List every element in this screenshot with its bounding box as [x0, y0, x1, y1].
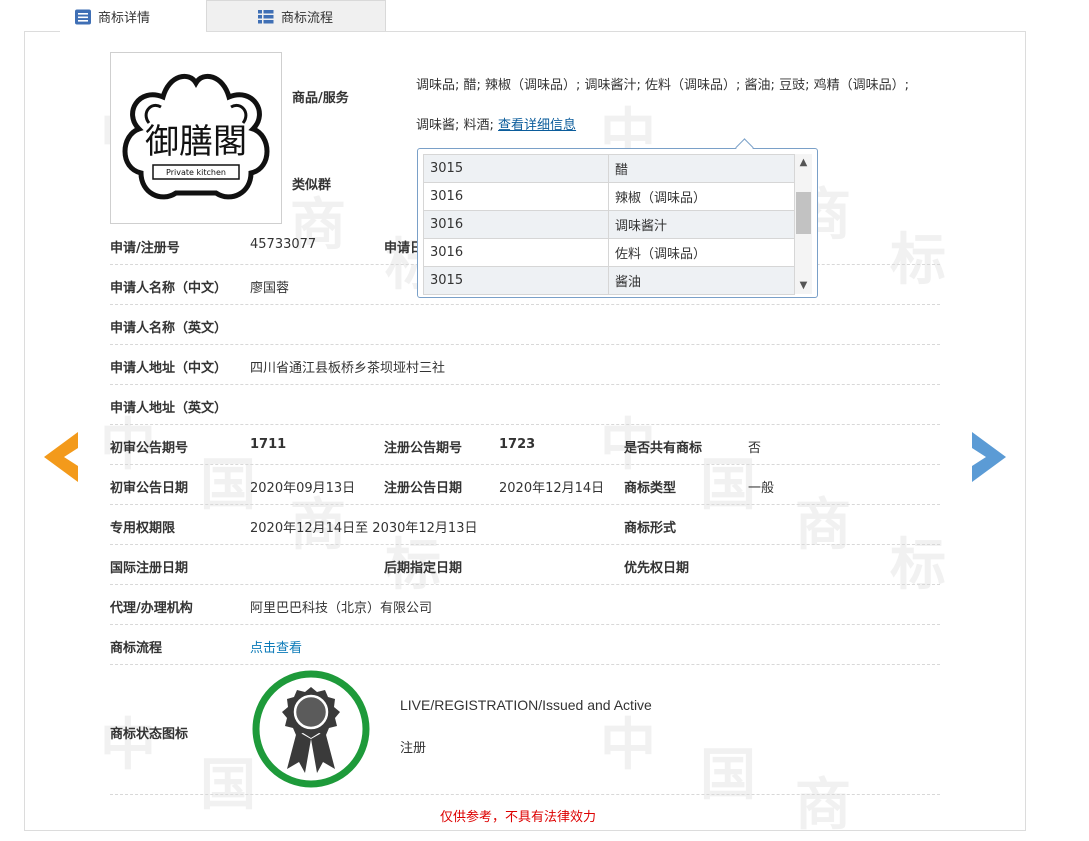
- grid-list-icon: [257, 9, 275, 25]
- intl-date-label: 国际注册日期: [110, 561, 189, 576]
- goods-services-label: 商品/服务: [292, 91, 349, 106]
- scroll-thumb[interactable]: [796, 192, 811, 234]
- view-details-link[interactable]: 查看详细信息: [498, 118, 576, 133]
- goods-line-1: 调味品; 醋; 辣椒（调味品）; 调味酱汁; 佐料（调味品）; 酱油; 豆豉; …: [416, 78, 909, 93]
- registered-badge-icon: [251, 669, 371, 793]
- applicant-cn-label: 申请人名称（中文）: [110, 281, 228, 296]
- agent-value: 阿里巴巴科技（北京）有限公司: [250, 601, 433, 616]
- popup-row: 3015 酱油: [423, 266, 795, 295]
- exclusive-label: 专用权期限: [110, 521, 176, 536]
- divider: [110, 624, 940, 625]
- popup-row: 3016 佐料（调味品）: [423, 238, 795, 267]
- popup-row: 3015 醋: [423, 154, 795, 183]
- trademark-logo-image: 御膳閣 Private kitchen: [110, 52, 282, 224]
- priority-label: 优先权日期: [624, 561, 690, 576]
- tab-trademark-flow[interactable]: 商标流程: [206, 0, 386, 32]
- prelim-date-label: 初审公告日期: [110, 481, 189, 496]
- divider: [110, 794, 940, 795]
- divider: [110, 464, 940, 465]
- later-date-label: 后期指定日期: [384, 561, 463, 576]
- reg-no-value: 45733077: [250, 237, 317, 252]
- prelim-no-label: 初审公告期号: [110, 441, 189, 456]
- next-arrow-icon[interactable]: [972, 432, 1006, 486]
- prelim-date-value: 2020年09月13日: [250, 481, 356, 496]
- exclusive-value: 2020年12月14日至 2030年12月13日: [250, 521, 478, 536]
- tm-type-value: 一般: [748, 481, 775, 496]
- scroll-up-icon[interactable]: ▲: [795, 154, 812, 171]
- popup-row: 3016 调味酱汁: [423, 210, 795, 239]
- tab-trademark-details[interactable]: 商标详情: [60, 0, 206, 33]
- reg-ann-no-label: 注册公告期号: [384, 441, 463, 456]
- address-cn-label: 申请人地址（中文）: [110, 361, 228, 376]
- shared-value: 否: [748, 441, 762, 456]
- applicant-en-label: 申请人名称（英文）: [110, 321, 228, 336]
- goods-name: 醋: [608, 154, 795, 183]
- class-code: 3015: [423, 266, 609, 295]
- tab-bar: 商标详情 商标流程: [0, 0, 1089, 33]
- divider: [110, 344, 940, 345]
- class-code: 3016: [423, 210, 609, 239]
- logo-main-text: 御膳閣: [145, 122, 247, 162]
- reg-no-label: 申请/注册号: [110, 241, 180, 256]
- status-en-value: LIVE/REGISTRATION/Issued and Active: [400, 697, 652, 713]
- goods-name: 调味酱汁: [608, 210, 795, 239]
- tab-label: 商标流程: [281, 11, 334, 26]
- prev-arrow-icon[interactable]: [44, 432, 78, 486]
- divider: [110, 504, 940, 505]
- address-cn-value: 四川省通江县板桥乡茶坝垭村三社: [250, 361, 446, 376]
- class-code: 3015: [423, 154, 609, 183]
- goods-line-2: 调味酱; 料酒; 查看详细信息: [416, 118, 577, 133]
- divider: [110, 544, 940, 545]
- view-flow-link[interactable]: 点击查看: [250, 637, 302, 656]
- goods-name: 辣椒（调味品）: [608, 182, 795, 211]
- reg-ann-date-value: 2020年12月14日: [499, 481, 605, 496]
- scroll-down-icon[interactable]: ▼: [795, 277, 812, 294]
- logo-sub-text: Private kitchen: [166, 168, 226, 177]
- agent-label: 代理/办理机构: [110, 601, 193, 616]
- class-code: 3016: [423, 238, 609, 267]
- reg-ann-date-label: 注册公告日期: [384, 481, 463, 496]
- goods-name: 佐料（调味品）: [608, 238, 795, 267]
- status-cn-value: 注册: [400, 741, 427, 756]
- status-icon-label: 商标状态图标: [110, 727, 189, 742]
- divider: [110, 384, 940, 385]
- similar-group-label: 类似群: [292, 178, 332, 193]
- goods-services-list: 调味品; 醋; 辣椒（调味品）; 调味酱汁; 佐料（调味品）; 酱油; 豆豉; …: [416, 66, 946, 146]
- prelim-no-value: 1711: [250, 437, 287, 452]
- popup-scrollbar[interactable]: ▲ ▼: [795, 154, 812, 294]
- divider: [110, 424, 940, 425]
- shared-label: 是否共有商标: [624, 441, 703, 456]
- tab-label: 商标详情: [98, 11, 151, 26]
- divider: [110, 304, 940, 305]
- class-code: 3016: [423, 182, 609, 211]
- popup-table: 3015 醋 3016 辣椒（调味品） 3016 调味酱汁 3016 佐料（调味品） 3015 酱…: [423, 154, 795, 295]
- goods-detail-popup: 3015 醋 3016 辣椒（调味品） 3016 调味酱汁 3016 佐料（调味品） 3015 酱…: [417, 138, 818, 298]
- divider: [110, 664, 940, 665]
- reg-ann-no-value: 1723: [499, 437, 536, 452]
- address-en-label: 申请人地址（英文）: [110, 401, 228, 416]
- tm-form-label: 商标形式: [624, 521, 677, 536]
- applicant-cn-value: 廖国蓉: [250, 281, 290, 296]
- popup-row: 3016 辣椒（调味品）: [423, 182, 795, 211]
- document-list-icon: [74, 9, 92, 25]
- tm-type-label: 商标类型: [624, 481, 677, 496]
- goods-name: 酱油: [608, 266, 795, 295]
- divider: [110, 584, 940, 585]
- flow-label: 商标流程: [110, 641, 163, 656]
